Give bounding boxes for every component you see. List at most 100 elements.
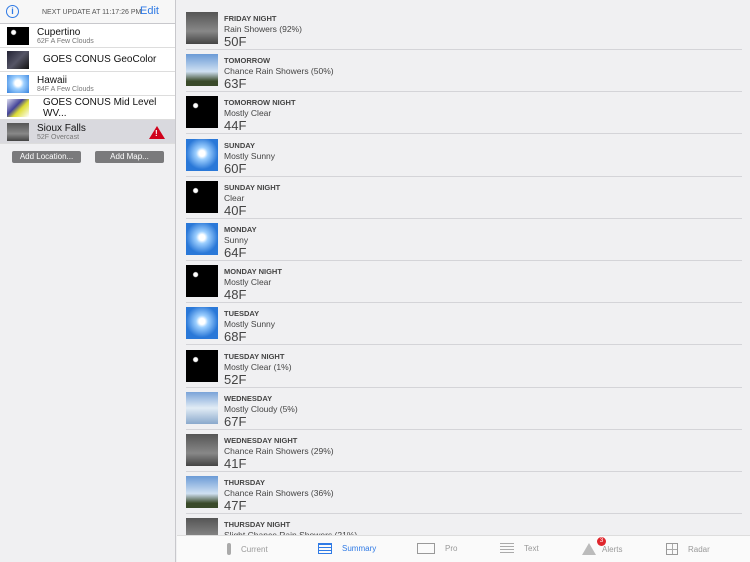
forecast-temperature: 50F: [224, 34, 247, 49]
forecast-period: MONDAY NIGHT: [224, 267, 282, 277]
forecast-row[interactable]: SUNDAY Mostly Sunny 60F: [186, 135, 742, 177]
edit-button[interactable]: Edit: [140, 5, 159, 17]
forecast-temperature: 67F: [224, 413, 247, 429]
forecast-period: WEDNESDAY: [224, 393, 273, 403]
forecast-temperature: 44F: [224, 118, 247, 134]
add-location-button[interactable]: Add Location...: [12, 151, 81, 163]
map-thumbnail: [7, 98, 29, 117]
location-name: Sioux Falls: [37, 122, 86, 134]
forecast-temperature: 63F: [224, 76, 247, 92]
tab-label: Pro: [445, 544, 458, 553]
forecast-temperature: 41F: [224, 456, 247, 471]
weather-sun-icon: [186, 307, 218, 340]
weather-thumbnail: [7, 122, 29, 141]
weather-rain-icon: [186, 12, 218, 44]
graph-icon: [417, 543, 435, 554]
forecast-temperature: 68F: [224, 329, 247, 345]
forecast-temperature: 64F: [224, 245, 247, 260]
tab-summary[interactable]: Summary: [318, 543, 376, 554]
forecast-period: THURSDAY NIGHT: [224, 520, 291, 530]
forecast-description: Mostly Clear (1%): [224, 361, 292, 372]
forecast-temperature: 47F: [224, 498, 247, 514]
forecast-period: TOMORROW NIGHT: [224, 98, 296, 108]
location-conditions: 62F A Few Clouds: [37, 37, 94, 45]
alert-warning-icon[interactable]: !: [149, 126, 165, 139]
alerts-badge: 3: [597, 537, 606, 546]
location-conditions: 52F Overcast: [37, 133, 80, 141]
forecast-temperature: 52F: [224, 371, 247, 387]
weather-night-icon: [186, 349, 218, 382]
forecast-temperature: 60F: [224, 160, 247, 176]
forecast-period: TUESDAY: [224, 309, 260, 319]
text-lines-icon: [500, 543, 514, 554]
forecast-description: Mostly Sunny: [224, 150, 276, 161]
forecast-description: Chance Rain Showers (36%): [224, 488, 334, 499]
forecast-period: FRIDAY NIGHT: [224, 14, 277, 23]
forecast-row[interactable]: TOMORROW NIGHT Mostly Clear 44F: [186, 92, 742, 135]
grid-icon: [666, 543, 678, 555]
alert-triangle-icon: 3: [582, 537, 606, 555]
location-name: Cupertino: [37, 26, 81, 38]
weather-mc-icon: [186, 391, 218, 424]
weather-thumbnail: [7, 26, 29, 45]
forecast-row[interactable]: TUESDAY NIGHT Mostly Clear (1%) 52F: [186, 346, 742, 388]
forecast-row[interactable]: MONDAY NIGHT Mostly Clear 48F: [186, 261, 742, 304]
tab-alerts[interactable]: 3 Alerts: [582, 537, 623, 555]
location-conditions: 84F A Few Clouds: [37, 85, 94, 93]
weather-night-icon: [186, 96, 218, 129]
forecast-row[interactable]: WEDNESDAY NIGHT Chance Rain Showers (29%…: [186, 430, 742, 472]
forecast-period: TUESDAY NIGHT: [224, 351, 285, 361]
forecast-period: SUNDAY: [224, 140, 255, 150]
tab-text[interactable]: Text: [500, 543, 539, 554]
weather-night-icon: [186, 180, 218, 213]
next-update-label: NEXT UPDATE AT 11:17:26 PM: [42, 9, 142, 16]
forecast-description: Rain Showers (92%): [224, 24, 302, 34]
tab-label: Radar: [688, 544, 710, 554]
forecast-row[interactable]: THURSDAY NIGHT Slight Chance Rain Shower…: [186, 514, 742, 535]
weather-pc-icon: [186, 54, 218, 87]
forecast-description: Chance Rain Showers (50%): [224, 66, 334, 77]
forecast-period: WEDNESDAY NIGHT: [224, 436, 298, 445]
tab-bar: Current Summary Pro Text 3 Alerts Radar: [177, 535, 750, 562]
tab-label: Text: [524, 544, 539, 553]
forecast-list[interactable]: FRIDAY NIGHT Rain Showers (92%) 50F TOMO…: [177, 0, 750, 535]
location-cupertino[interactable]: Cupertino 62F A Few Clouds: [0, 24, 175, 48]
map-name: GOES CONUS Mid Level WV...: [43, 96, 157, 119]
weather-rain-icon: [186, 434, 218, 466]
map-goes-geocolor[interactable]: GOES CONUS GeoColor: [0, 48, 175, 72]
info-icon[interactable]: i: [6, 5, 19, 18]
add-map-button[interactable]: Add Map...: [95, 151, 164, 163]
weather-pc-icon: [186, 476, 218, 509]
forecast-row[interactable]: FRIDAY NIGHT Rain Showers (92%) 50F: [186, 8, 742, 50]
tab-radar[interactable]: Radar: [666, 543, 710, 555]
forecast-period: SUNDAY NIGHT: [224, 182, 281, 192]
forecast-row[interactable]: MONDAY Sunny 64F: [186, 219, 742, 261]
forecast-row[interactable]: TOMORROW Chance Rain Showers (50%) 63F: [186, 50, 742, 93]
thermometer-icon: [227, 543, 231, 555]
forecast-row[interactable]: WEDNESDAY Mostly Cloudy (5%) 67F: [186, 388, 742, 430]
location-hawaii[interactable]: Hawaii 84F A Few Clouds: [0, 72, 175, 96]
forecast-period: TOMORROW: [224, 56, 271, 66]
sidebar-header: i NEXT UPDATE AT 11:17:26 PM Edit: [0, 0, 175, 24]
map-thumbnail: [7, 50, 29, 69]
forecast-row[interactable]: SUNDAY NIGHT Clear 40F: [186, 177, 742, 219]
tab-current[interactable]: Current: [227, 543, 268, 555]
forecast-description: Mostly Clear: [224, 108, 272, 119]
location-sioux-falls[interactable]: Sioux Falls 52F Overcast !: [0, 120, 175, 144]
forecast-description: Mostly Clear: [224, 277, 272, 288]
forecast-period: MONDAY: [224, 225, 257, 234]
forecast-temperature: 48F: [224, 287, 247, 303]
weather-thumbnail: [7, 74, 29, 93]
tab-pro[interactable]: Pro: [417, 543, 457, 554]
tab-label: Alerts: [602, 544, 623, 554]
forecast-row[interactable]: THURSDAY Chance Rain Showers (36%) 47F: [186, 472, 742, 515]
forecast-row[interactable]: TUESDAY Mostly Sunny 68F: [186, 303, 742, 346]
map-goes-wv[interactable]: GOES CONUS Mid Level WV...: [0, 96, 175, 120]
forecast-temperature: 40F: [224, 202, 247, 218]
forecast-description: Sunny: [224, 235, 249, 245]
map-name: GOES CONUS GeoColor: [43, 54, 157, 65]
forecast-description: Mostly Sunny: [224, 319, 276, 330]
tab-label: Current: [241, 544, 268, 554]
weather-sun-icon: [186, 138, 218, 171]
weather-night-icon: [186, 265, 218, 298]
